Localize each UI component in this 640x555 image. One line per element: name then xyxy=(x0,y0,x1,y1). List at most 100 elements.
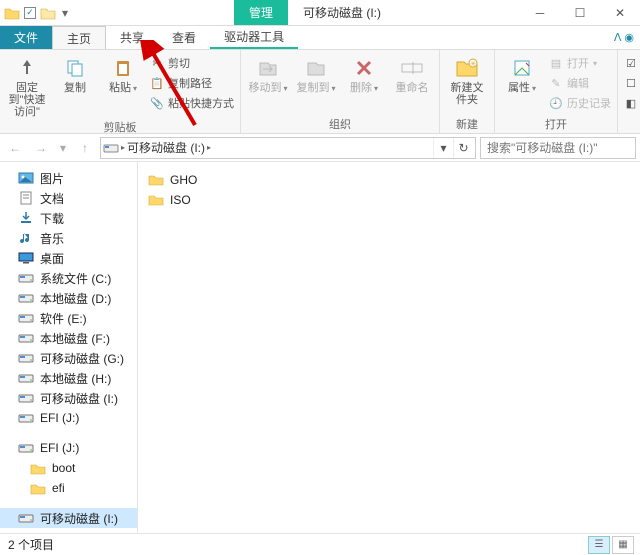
move-icon xyxy=(256,56,280,80)
file-item[interactable]: GHO xyxy=(148,170,630,190)
view-icons-button[interactable]: ▦ xyxy=(612,536,634,554)
group-clipboard-label: 剪贴板 xyxy=(6,118,234,135)
tree-item-label: 本地磁盘 (H:) xyxy=(40,370,111,387)
tree-item-label: 可移动磁盘 (G:) xyxy=(40,350,124,367)
properties-button[interactable]: 属性 xyxy=(501,52,543,95)
tree-item[interactable]: boot xyxy=(0,458,137,478)
group-open-label: 打开 xyxy=(501,115,611,132)
paste-shortcut-button[interactable]: 📎粘贴快捷方式 xyxy=(150,94,234,112)
tab-file[interactable]: 文件 xyxy=(0,26,52,49)
drive-icon xyxy=(18,441,34,455)
search-input[interactable] xyxy=(485,140,640,156)
shortcut-icon: 📎 xyxy=(150,96,164,110)
search-box[interactable]: 🔍 xyxy=(480,137,636,159)
open-icon: ▤ xyxy=(549,56,563,70)
nav-up-button[interactable]: ↑ xyxy=(74,137,96,159)
select-all-button[interactable]: ☑全部选择 xyxy=(624,54,640,72)
drive-icon xyxy=(18,391,34,405)
minimize-button[interactable]: ─ xyxy=(520,0,560,25)
tree-item[interactable]: 图片 xyxy=(0,168,137,188)
file-list[interactable]: GHO ISO xyxy=(138,162,640,533)
nav-history-button[interactable]: ▾ xyxy=(56,137,70,159)
select-none-button[interactable]: ☐全部取消 xyxy=(624,74,640,92)
copy-button[interactable]: 复制 xyxy=(54,52,96,94)
tree-item[interactable]: 可移动磁盘 (I:) xyxy=(0,388,137,408)
edit-button[interactable]: ✎编辑 xyxy=(549,74,611,92)
tree-item[interactable]: EFI (J:) xyxy=(0,408,137,428)
new-folder-button[interactable]: ✳ 新建文件夹 xyxy=(446,52,488,106)
open-button[interactable]: ▤打开▾ xyxy=(549,54,611,72)
tab-drive-tools[interactable]: 驱动器工具 xyxy=(210,26,298,49)
file-item[interactable]: ISO xyxy=(148,190,630,210)
tree-item[interactable]: 软件 (E:) xyxy=(0,308,137,328)
drive-icon xyxy=(18,411,34,425)
rename-button[interactable]: 重命名 xyxy=(391,52,433,94)
paste-button[interactable]: 粘贴 xyxy=(102,52,144,95)
view-details-button[interactable]: ☰ xyxy=(588,536,610,554)
history-icon: 🕘 xyxy=(549,96,563,110)
address-dropdown-button[interactable]: ▾ xyxy=(433,138,453,158)
address-bar[interactable]: ▸可移动磁盘 (I:)▸ ▾ ↻ xyxy=(100,137,476,159)
tree-item-label: 音乐 xyxy=(40,230,64,247)
qat-checkbox[interactable]: ✓ xyxy=(24,7,36,19)
contextual-tab-label: 管理 xyxy=(234,0,288,25)
tree-item[interactable]: 可移动磁盘 (G:) xyxy=(0,348,137,368)
tree-item[interactable]: 本地磁盘 (F:) xyxy=(0,328,137,348)
move-to-button[interactable]: 移动到 xyxy=(247,52,289,95)
help-collapse-icon[interactable]: ᐱ ◉ xyxy=(614,26,634,49)
tree-item[interactable]: 系统文件 (C:) xyxy=(0,268,137,288)
tree-item[interactable]: EFI (J:) xyxy=(0,438,137,458)
qat-overflow-icon[interactable]: ▾ xyxy=(60,8,70,18)
nav-tree[interactable]: 图片文档下载音乐桌面系统文件 (C:)本地磁盘 (D:)软件 (E:) 本地磁盘 … xyxy=(0,162,138,533)
file-name: GHO xyxy=(170,173,197,187)
cut-button[interactable]: ✂剪切 xyxy=(150,54,234,72)
tree-item-label: 文档 xyxy=(40,190,64,207)
nav-forward-button[interactable]: → xyxy=(30,137,52,159)
history-button[interactable]: 🕘历史记录 xyxy=(549,94,611,112)
tree-item-label: 下载 xyxy=(40,210,64,227)
nav-back-button[interactable]: ← xyxy=(4,137,26,159)
close-button[interactable]: ✕ xyxy=(600,0,640,25)
drive-icon xyxy=(18,291,34,305)
copy-icon xyxy=(63,56,87,80)
tree-item-label: EFI (J:) xyxy=(40,441,79,455)
maximize-button[interactable]: ☐ xyxy=(560,0,600,25)
tree-item-label: 图片 xyxy=(40,170,64,187)
scissors-icon: ✂ xyxy=(150,56,164,70)
drive-icon xyxy=(18,331,34,345)
refresh-button[interactable]: ↻ xyxy=(453,138,473,158)
folder-icon xyxy=(30,481,46,495)
tree-item[interactable]: 下载 xyxy=(0,208,137,228)
tab-home[interactable]: 主页 xyxy=(52,26,106,49)
tab-share[interactable]: 共享 xyxy=(106,26,158,49)
tree-item[interactable]: 桌面 xyxy=(0,248,137,268)
tab-view[interactable]: 查看 xyxy=(158,26,210,49)
pin-quickaccess-button[interactable]: 固定到"快速访问" xyxy=(6,52,48,118)
copyto-icon xyxy=(304,56,328,80)
tree-item[interactable]: 音乐 xyxy=(0,228,137,248)
delete-button[interactable]: 删除 xyxy=(343,52,385,95)
music-icon xyxy=(18,231,34,245)
copy-to-button[interactable]: 复制到 xyxy=(295,52,337,95)
tree-item-label: boot xyxy=(52,461,75,475)
qat-open-icon[interactable] xyxy=(40,6,56,20)
drive-icon xyxy=(18,511,34,525)
copy-path-button[interactable]: 📋复制路径 xyxy=(150,74,234,92)
tree-item[interactable]: 本地磁盘 (H:) xyxy=(0,368,137,388)
invert-selection-button[interactable]: ◧反向选择 xyxy=(624,94,640,112)
drive-icon xyxy=(18,311,34,325)
tree-item[interactable]: 本地磁盘 (D:) xyxy=(0,288,137,308)
tree-item[interactable]: 可移动磁盘 (I:) xyxy=(0,508,137,528)
tree-item[interactable]: efi xyxy=(0,478,137,498)
tree-item-label: 本地磁盘 (F:) xyxy=(40,330,110,347)
delete-icon xyxy=(352,56,376,80)
tree-item-label: 桌面 xyxy=(40,250,64,267)
tree-item[interactable]: 文档 xyxy=(0,188,137,208)
tree-item-label: 可移动磁盘 (I:) xyxy=(40,390,118,407)
path-icon: 📋 xyxy=(150,76,164,90)
select-none-icon: ☐ xyxy=(624,76,638,90)
tree-item-label: EFI (J:) xyxy=(40,411,79,425)
group-organize-label: 组织 xyxy=(247,115,433,132)
file-name: ISO xyxy=(170,193,191,207)
address-current[interactable]: 可移动磁盘 (I:) xyxy=(127,139,205,156)
